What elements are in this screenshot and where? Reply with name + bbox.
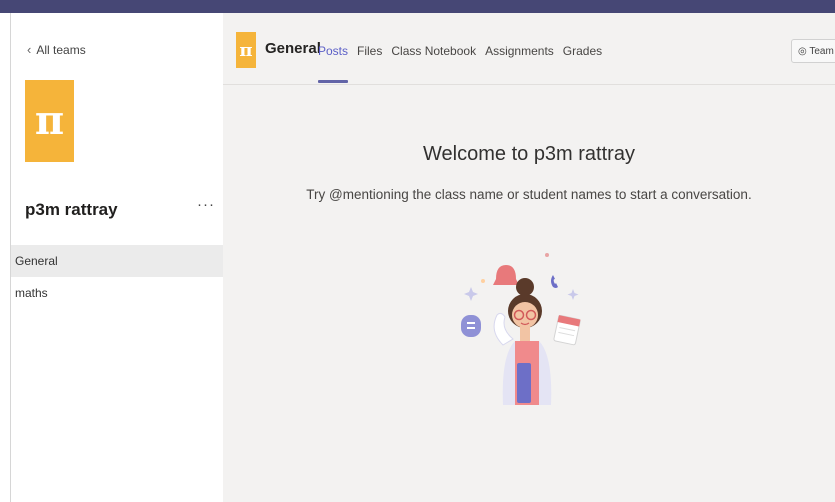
teacher-illustration [461, 253, 581, 405]
team-button[interactable]: ◎ Team [791, 39, 835, 63]
channel-avatar: π [236, 32, 256, 68]
chevron-left-icon: ‹ [27, 42, 32, 57]
phone-icon [551, 275, 558, 288]
tab-bar: Posts Files Class Notebook Assignments G… [318, 44, 611, 83]
bell-icon [493, 265, 519, 285]
tab-grades[interactable]: Grades [563, 44, 602, 58]
channel-avatar-initial: π [239, 39, 253, 61]
all-teams-label: All teams [36, 43, 86, 57]
channel-list: General maths [11, 245, 223, 309]
team-circle-icon: ◎ [798, 46, 807, 57]
main-content: π General Posts Files Class Notebook Ass… [223, 13, 835, 502]
channel-item-general[interactable]: General [11, 245, 223, 277]
team-avatar: π [25, 80, 74, 162]
all-teams-link[interactable]: ‹ All teams [27, 42, 86, 57]
tab-assignments[interactable]: Assignments [485, 44, 554, 58]
team-avatar-initial: π [34, 97, 65, 144]
channel-header: π General Posts Files Class Notebook Ass… [223, 13, 835, 85]
welcome-subtitle: Try @mentioning the class name or studen… [306, 187, 752, 202]
sidebar: ‹ All teams π p3m rattray ··· General mat… [10, 13, 224, 502]
tab-posts[interactable]: Posts [318, 44, 349, 83]
more-options-icon[interactable]: ··· [197, 196, 215, 213]
chat-bubble-icon [461, 315, 481, 337]
welcome-title: Welcome to p3m rattray [423, 143, 635, 165]
title-bar [0, 0, 835, 13]
tab-class-notebook[interactable]: Class Notebook [391, 44, 476, 58]
tab-files[interactable]: Files [357, 44, 382, 58]
channel-item-maths[interactable]: maths [11, 277, 223, 309]
team-button-label: Team [809, 46, 834, 57]
calendar-icon [553, 314, 581, 346]
app-frame: ‹ All teams π p3m rattray ··· General mat… [0, 13, 835, 502]
channel-title: General [265, 40, 321, 57]
team-name: p3m rattray [25, 200, 118, 219]
